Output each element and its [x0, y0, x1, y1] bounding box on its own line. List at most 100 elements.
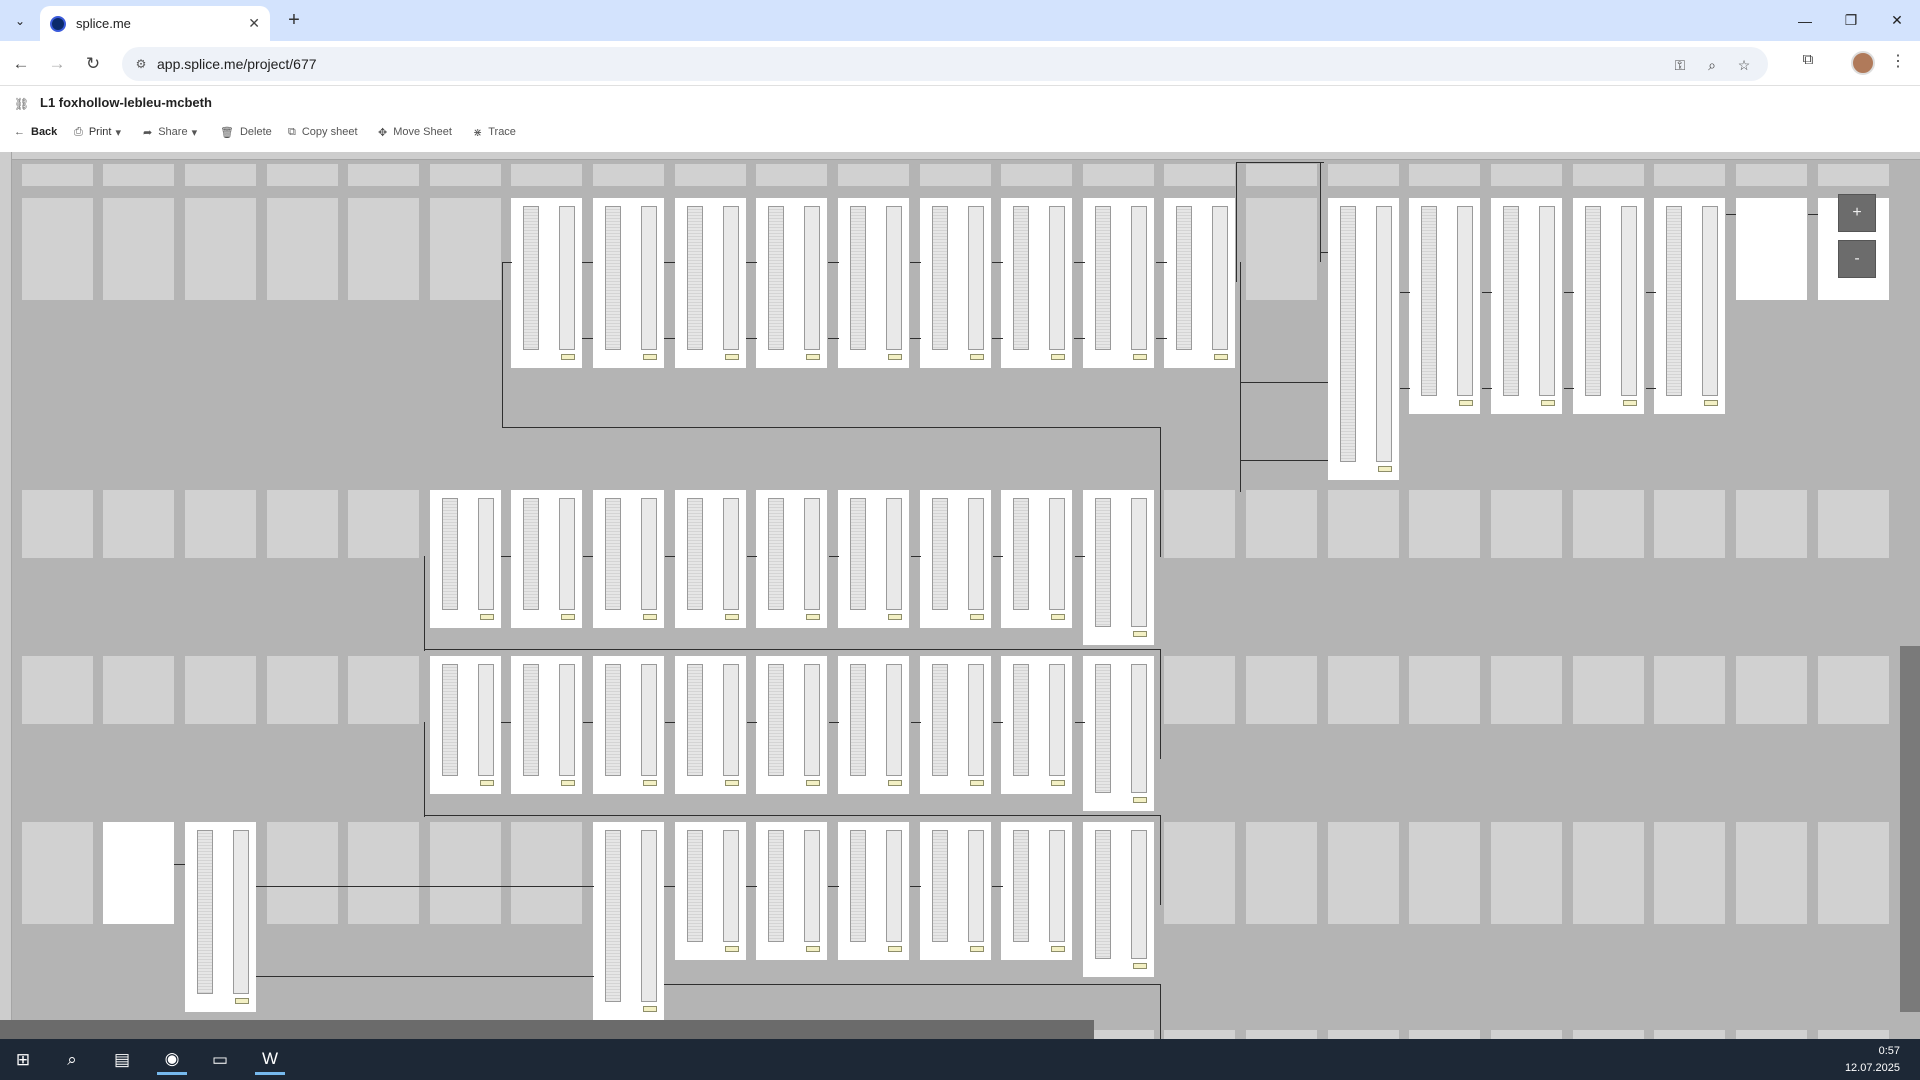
sheet-card[interactable] — [1083, 198, 1154, 368]
sheet-card[interactable] — [756, 198, 827, 368]
sheet-card[interactable] — [593, 490, 664, 628]
connection-wire — [1482, 292, 1492, 293]
sheet-column — [932, 664, 948, 776]
zoom-out-button[interactable]: - — [1838, 240, 1876, 278]
search-button[interactable]: ⌕ — [57, 1045, 87, 1075]
sheet-card[interactable] — [593, 656, 664, 794]
sheet-card[interactable] — [593, 822, 664, 1020]
trace-button[interactable]: ⋇ Trace — [473, 123, 516, 141]
taskbar-app-explorer[interactable]: ▭ — [205, 1045, 235, 1075]
star-icon[interactable]: ☆ — [1734, 55, 1754, 75]
splice-canvas[interactable]: + - — [0, 152, 1920, 1039]
sheet-card[interactable] — [1001, 490, 1072, 628]
taskbar-app-chrome[interactable]: ◉ — [157, 1045, 187, 1075]
connection-wire — [664, 338, 675, 339]
sheet-card[interactable] — [1083, 490, 1154, 645]
close-window-button[interactable]: ✕ — [1874, 0, 1920, 41]
sheet-card[interactable] — [838, 822, 909, 960]
sheet-card[interactable] — [675, 822, 746, 960]
sheet-card[interactable] — [511, 198, 582, 368]
key-icon[interactable]: ⚿ — [1670, 55, 1690, 75]
delete-button[interactable]: 🗑 Delete — [220, 123, 272, 141]
puzzle-icon[interactable]: ⧉ — [1797, 51, 1819, 73]
sheet-card[interactable] — [1083, 822, 1154, 977]
sheet-card[interactable] — [1164, 198, 1235, 368]
start-button[interactable]: ⊞ — [8, 1045, 38, 1075]
sheet-label-box — [480, 614, 494, 620]
back-button[interactable]: ← Back — [14, 123, 57, 141]
sheet-card[interactable] — [1573, 198, 1644, 414]
sheet-card[interactable] — [1736, 198, 1807, 300]
ghost-sheet — [1164, 822, 1235, 924]
connection-wire — [829, 556, 839, 557]
zoom-icon[interactable]: ⌕ — [1702, 55, 1722, 75]
tune-icon[interactable]: ⚙ — [132, 55, 150, 73]
sheet-card[interactable] — [430, 490, 501, 628]
sheet-card[interactable] — [1491, 198, 1562, 414]
restore-button[interactable]: ❐ — [1828, 0, 1874, 41]
sheet-card[interactable] — [838, 656, 909, 794]
sheet-card[interactable] — [920, 822, 991, 960]
sheet-card[interactable] — [675, 656, 746, 794]
forward-nav-button[interactable]: → — [44, 51, 70, 77]
sheet-card[interactable] — [1001, 822, 1072, 960]
copy-sheet-label: Copy sheet — [301, 126, 358, 138]
sheet-card[interactable] — [920, 198, 991, 368]
sheet-column — [804, 830, 820, 942]
minimize-button[interactable]: — — [1782, 0, 1828, 41]
avatar[interactable] — [1851, 51, 1875, 75]
sheet-card[interactable] — [1328, 198, 1399, 480]
zoom-in-button[interactable]: + — [1838, 194, 1876, 232]
sheet-card[interactable] — [511, 656, 582, 794]
share-button[interactable]: ➦ Share ▾ — [143, 123, 203, 141]
sheet-card[interactable] — [838, 490, 909, 628]
sheet-card[interactable] — [103, 822, 174, 924]
sheet-card[interactable] — [756, 822, 827, 960]
sheet-card[interactable] — [920, 490, 991, 628]
reload-button[interactable]: ↻ — [80, 51, 106, 77]
new-tab-button[interactable]: + — [282, 8, 306, 32]
sheet-card[interactable] — [185, 822, 256, 1012]
system-clock[interactable]: 0:57 12.07.2025 — [1845, 1043, 1900, 1077]
sheet-card[interactable] — [430, 656, 501, 794]
kebab-icon[interactable]: ⋮ — [1890, 51, 1906, 73]
sheet-card[interactable] — [1083, 656, 1154, 811]
address-bar[interactable]: ⚙ app.splice.me/project/677 ⚿ ⌕ ☆ — [122, 47, 1768, 81]
connection-wire — [746, 262, 757, 263]
ghost-sheet — [593, 164, 664, 186]
sheet-card[interactable] — [675, 490, 746, 628]
ghost-sheet — [1083, 164, 1154, 186]
sheet-card[interactable] — [1654, 198, 1725, 414]
connection-wire — [1236, 162, 1324, 163]
ghost-sheet — [511, 822, 582, 924]
sheet-card[interactable] — [1409, 198, 1480, 414]
copy-sheet-button[interactable]: ⧉ Copy sheet — [288, 123, 358, 141]
back-nav-button[interactable]: ← — [8, 51, 34, 77]
url-text[interactable]: app.splice.me/project/677 — [157, 56, 317, 72]
share-label: Share — [158, 126, 188, 138]
sheet-card[interactable] — [838, 198, 909, 368]
sheet-card[interactable] — [593, 198, 664, 368]
sheet-column — [687, 498, 703, 610]
sheet-card[interactable] — [1001, 656, 1072, 794]
taskbar-app-word[interactable]: W — [255, 1045, 285, 1075]
sheet-column — [1049, 830, 1065, 942]
connection-wire — [829, 722, 839, 723]
horizontal-scrollbar[interactable] — [0, 1020, 1094, 1039]
sheet-card[interactable] — [675, 198, 746, 368]
print-button[interactable]: ⎙ Print ▾ — [74, 123, 127, 141]
vertical-scrollbar[interactable] — [1900, 646, 1920, 1012]
tab-search-button[interactable]: ⌄ — [8, 9, 32, 33]
printer-icon: ⎙ — [74, 125, 83, 138]
taskbar-app-notepad[interactable]: ▤ — [107, 1045, 137, 1075]
browser-tab[interactable]: splice.me ✕ — [40, 6, 270, 41]
tab-title: splice.me — [76, 16, 131, 31]
move-sheet-button[interactable]: ✥ Move Sheet — [378, 123, 452, 141]
sheet-card[interactable] — [511, 490, 582, 628]
close-tab-icon[interactable]: ✕ — [248, 15, 260, 32]
sheet-card[interactable] — [920, 656, 991, 794]
sheet-card[interactable] — [1001, 198, 1072, 368]
sheet-card[interactable] — [756, 490, 827, 628]
sheet-card[interactable] — [756, 656, 827, 794]
connection-wire — [1240, 460, 1328, 461]
